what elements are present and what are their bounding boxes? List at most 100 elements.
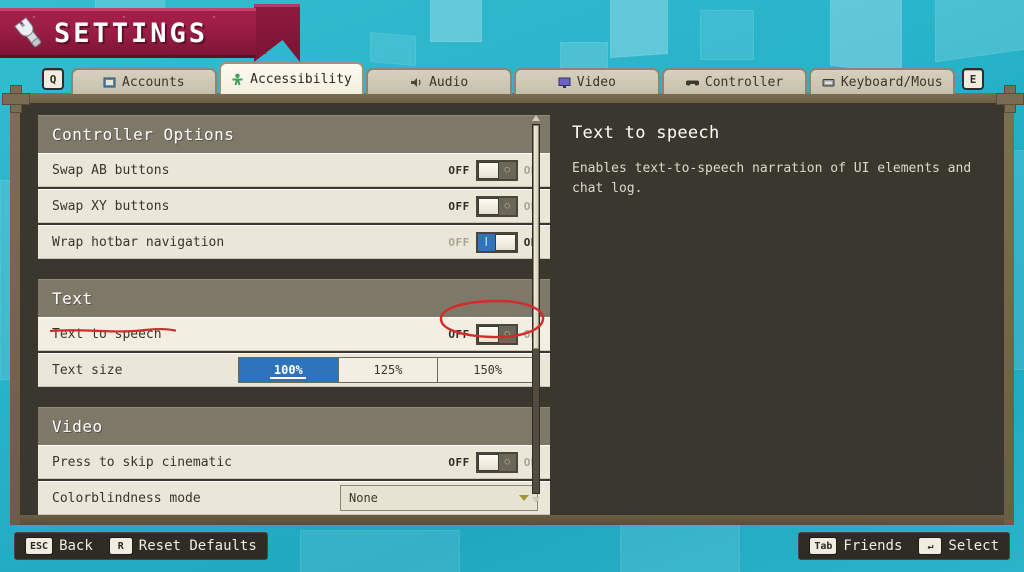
setting-row-press-to-skip-cinematic[interactable]: Press to skip cinematic OFF ○ ON <box>38 445 550 479</box>
wrench-icon <box>12 16 46 50</box>
chevron-down-icon <box>519 495 529 501</box>
swap-xy-buttons-toggle[interactable]: OFF ○ ON <box>448 196 538 217</box>
key-esc: ESC <box>25 537 53 555</box>
toggle-glyph-circle: ○ <box>505 166 510 175</box>
toggle-switch[interactable]: | <box>476 232 518 253</box>
tab-accessibility[interactable]: Accessibility <box>219 62 365 94</box>
tab-accounts[interactable]: Accounts <box>71 68 217 94</box>
toggle-switch[interactable]: ○ <box>476 324 518 345</box>
tab-label: Accessibility <box>250 73 352 86</box>
setting-label: Text size <box>52 363 238 378</box>
hint-label: Friends <box>843 538 902 554</box>
toggle-off-label: OFF <box>448 456 469 469</box>
accounts-icon <box>103 76 116 89</box>
text-size-option-150[interactable]: 150% <box>438 358 537 382</box>
toggle-glyph-circle: ○ <box>505 458 510 467</box>
hint-label: Reset Defaults <box>139 538 257 554</box>
settings-panel: Controller Options Swap AB buttons OFF ○… <box>20 103 1004 515</box>
frame-border-left <box>10 93 20 525</box>
video-icon <box>558 76 571 89</box>
scroll-down-icon[interactable] <box>532 497 540 503</box>
key-enter: ↵ <box>918 537 942 555</box>
bg-block <box>620 524 740 572</box>
key-tab: Tab <box>809 537 837 555</box>
tab-next-key-e[interactable]: E <box>962 68 984 90</box>
scroll-up-icon[interactable] <box>532 115 540 121</box>
scrollbar-thumb[interactable] <box>533 125 539 349</box>
toggle-glyph-bar: | <box>484 238 489 247</box>
hint-back[interactable]: ESC Back <box>25 537 93 555</box>
toggle-track: ○ <box>499 454 516 471</box>
toggle-off-label: OFF <box>448 200 469 213</box>
controller-icon <box>686 76 699 89</box>
frame-border-right <box>1004 93 1014 525</box>
swap-ab-buttons-toggle[interactable]: OFF ○ ON <box>448 160 538 181</box>
tab-label: Video <box>577 76 616 89</box>
setting-label: Press to skip cinematic <box>52 455 448 470</box>
toggle-off-label: OFF <box>448 164 469 177</box>
tab-keyboard-mouse[interactable]: Keyboard/Mous <box>809 68 955 94</box>
hint-label: Select <box>948 538 999 554</box>
tab-video[interactable]: Video <box>514 68 660 94</box>
info-panel: Text to speech Enables text-to-speech na… <box>550 103 1004 515</box>
info-title: Text to speech <box>572 123 978 143</box>
toggle-switch[interactable]: ○ <box>476 452 518 473</box>
bg-block <box>935 0 1024 62</box>
frame-border-bottom <box>10 515 1014 525</box>
setting-label: Swap AB buttons <box>52 163 448 178</box>
wrap-hotbar-navigation-toggle[interactable]: OFF | ON <box>448 232 538 253</box>
setting-row-text-size[interactable]: Text size 100% 125% 150% <box>38 353 550 387</box>
bg-block <box>430 0 482 42</box>
toggle-off-label: OFF <box>448 328 469 341</box>
hint-reset-defaults[interactable]: R Reset Defaults <box>109 537 257 555</box>
text-size-option-125[interactable]: 125% <box>339 358 439 382</box>
settings-list: Controller Options Swap AB buttons OFF ○… <box>20 103 550 515</box>
hint-select[interactable]: ↵ Select <box>918 537 999 555</box>
text-to-speech-toggle[interactable]: OFF ○ ON <box>448 324 538 345</box>
toggle-glyph-circle: ○ <box>505 330 510 339</box>
tab-label: Controller <box>705 76 783 89</box>
toggle-switch[interactable]: ○ <box>476 196 518 217</box>
text-size-segmented-control[interactable]: 100% 125% 150% <box>238 357 538 383</box>
tab-controller[interactable]: Controller <box>662 68 808 94</box>
hint-label: Back <box>59 538 93 554</box>
toggle-knob <box>478 326 499 343</box>
audio-icon <box>410 76 423 89</box>
info-description: Enables text-to-speech narration of UI e… <box>572 159 972 199</box>
keyboard-icon <box>822 76 835 89</box>
toggle-knob <box>495 234 516 251</box>
toggle-off-label: OFF <box>448 236 469 249</box>
settings-frame: Controller Options Swap AB buttons OFF ○… <box>10 93 1014 525</box>
setting-row-wrap-hotbar-navigation[interactable]: Wrap hotbar navigation OFF | ON <box>38 225 550 259</box>
press-to-skip-cinematic-toggle[interactable]: OFF ○ ON <box>448 452 538 473</box>
text-size-option-100[interactable]: 100% <box>239 358 339 382</box>
scrollbar-track[interactable] <box>532 124 540 494</box>
bg-block <box>300 530 460 572</box>
toggle-track: ○ <box>499 326 516 343</box>
colorblindness-mode-dropdown[interactable]: None <box>340 485 538 511</box>
bg-block <box>610 0 668 58</box>
page-title: SETTINGS <box>54 18 208 49</box>
setting-row-swap-xy-buttons[interactable]: Swap XY buttons OFF ○ ON <box>38 189 550 223</box>
toggle-knob <box>478 162 499 179</box>
tabs-container: Accounts Accessibility Audio <box>70 62 956 94</box>
toggle-track: | <box>478 234 495 251</box>
setting-row-swap-ab-buttons[interactable]: Swap AB buttons OFF ○ ON <box>38 153 550 187</box>
setting-row-colorblindness-mode[interactable]: Colorblindness mode None <box>38 481 550 515</box>
tab-prev-key-q[interactable]: Q <box>42 68 64 90</box>
setting-label: Swap XY buttons <box>52 199 448 214</box>
toggle-track: ○ <box>499 162 516 179</box>
setting-label: Colorblindness mode <box>52 491 340 506</box>
setting-row-text-to-speech[interactable]: Text to speech OFF ○ ON <box>38 317 550 351</box>
accessibility-icon <box>231 73 244 86</box>
key-r: R <box>109 537 133 555</box>
hint-friends[interactable]: Tab Friends <box>809 537 902 555</box>
tab-bar: Q Accounts Accessibility <box>0 62 1024 94</box>
toggle-switch[interactable]: ○ <box>476 160 518 181</box>
tab-label: Accounts <box>122 76 185 89</box>
tab-audio[interactable]: Audio <box>366 68 512 94</box>
bg-block <box>370 32 416 66</box>
text-to-speech-label: Text to speech <box>52 327 448 342</box>
hint-bar-left: ESC Back R Reset Defaults <box>14 532 268 560</box>
settings-scrollbar[interactable] <box>530 115 542 503</box>
